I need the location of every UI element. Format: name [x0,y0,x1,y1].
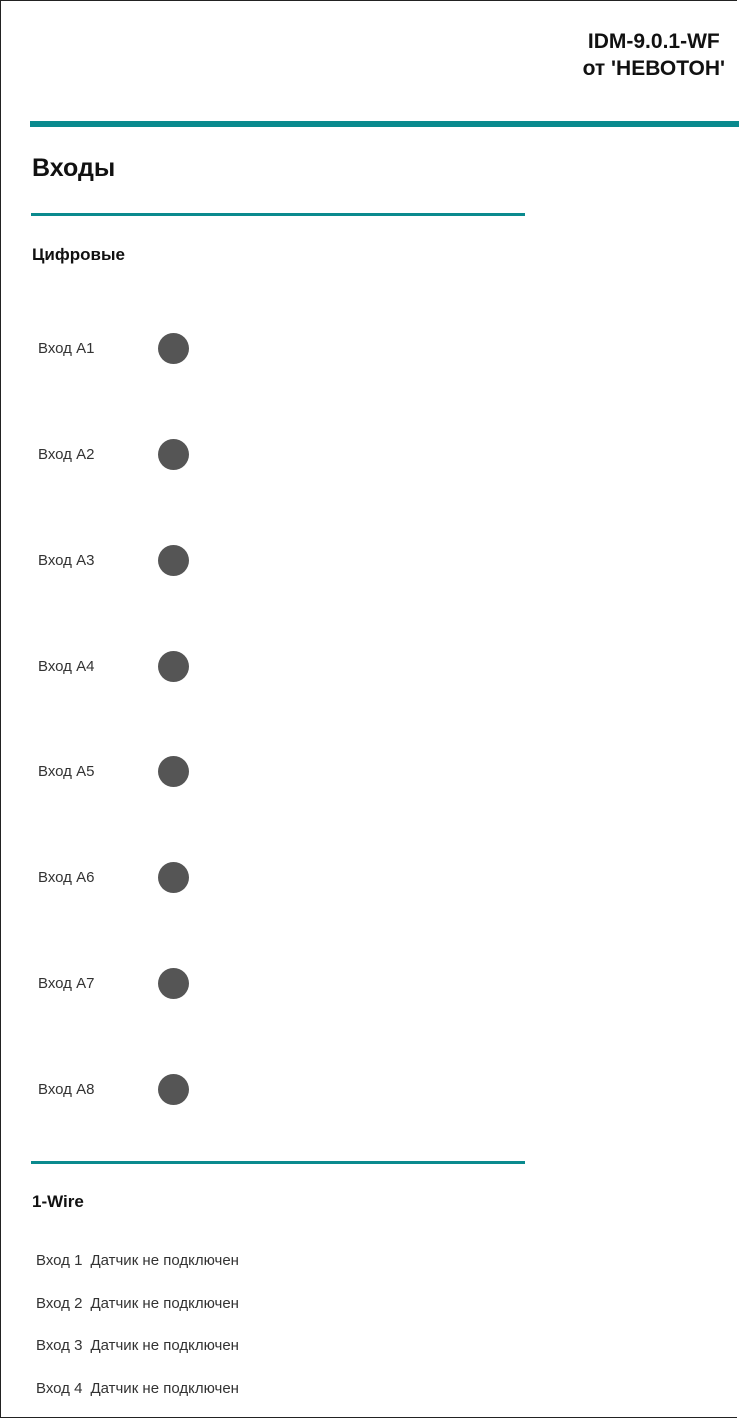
digital-input-label: Вход А8 [38,1080,95,1098]
onewire-input-row: Вход 2 Датчик не подключен [36,1295,239,1312]
digital-input-row: Вход А7 [38,967,189,999]
device-vendor: от 'НЕВОТОН' [582,57,725,80]
onewire-input-status: Датчик не подключен [90,1252,239,1269]
device-model: IDM-9.0.1-WF [587,30,720,53]
status-indicator-icon [158,967,189,999]
status-indicator-icon [158,544,189,576]
device-title: IDM-9.0.1-WF от 'НЕВОТОН' [583,28,725,82]
status-indicator-icon [158,438,189,470]
status-indicator-icon [158,755,189,787]
onewire-input-status: Датчик не подключен [90,1295,239,1312]
onewire-section-title: 1-Wire [32,1192,84,1211]
onewire-input-status: Датчик не подключен [90,1337,239,1354]
onewire-input-row: Вход 4 Датчик не подключен [36,1380,239,1397]
onewire-input-label: Вход 1 [36,1252,83,1269]
digital-input-row: Вход А4 [38,650,189,682]
digital-input-label: Вход А3 [38,551,95,569]
onewire-input-row: Вход 1 Датчик не подключен [36,1252,239,1269]
section-divider [31,1161,525,1164]
digital-input-row: Вход А2 [38,438,189,470]
digital-input-row: Вход А8 [38,1073,189,1105]
digital-section-title: Цифровые [32,245,125,264]
digital-input-label: Вход А6 [38,868,95,886]
onewire-input-label: Вход 3 [36,1337,83,1354]
onewire-input-row: Вход 3 Датчик не подключен [36,1337,239,1354]
onewire-input-label: Вход 4 [36,1380,83,1397]
digital-input-row: Вход А5 [38,755,189,787]
status-indicator-icon [158,861,189,893]
digital-input-label: Вход А7 [38,974,95,992]
digital-input-label: Вход А2 [38,445,95,463]
digital-input-label: Вход А4 [38,657,95,675]
status-indicator-icon [158,650,189,682]
digital-input-row: Вход А3 [38,544,189,576]
section-divider [31,213,525,216]
digital-input-label: Вход А5 [38,762,95,780]
digital-input-row: Вход А6 [38,861,189,893]
status-indicator-icon [158,332,189,364]
onewire-input-label: Вход 2 [36,1295,83,1312]
onewire-input-status: Датчик не подключен [90,1380,239,1397]
header-divider [30,121,739,127]
page-title: Входы [32,154,116,182]
digital-input-row: Вход А1 [38,332,189,364]
status-indicator-icon [158,1073,189,1105]
digital-input-label: Вход А1 [38,339,95,357]
